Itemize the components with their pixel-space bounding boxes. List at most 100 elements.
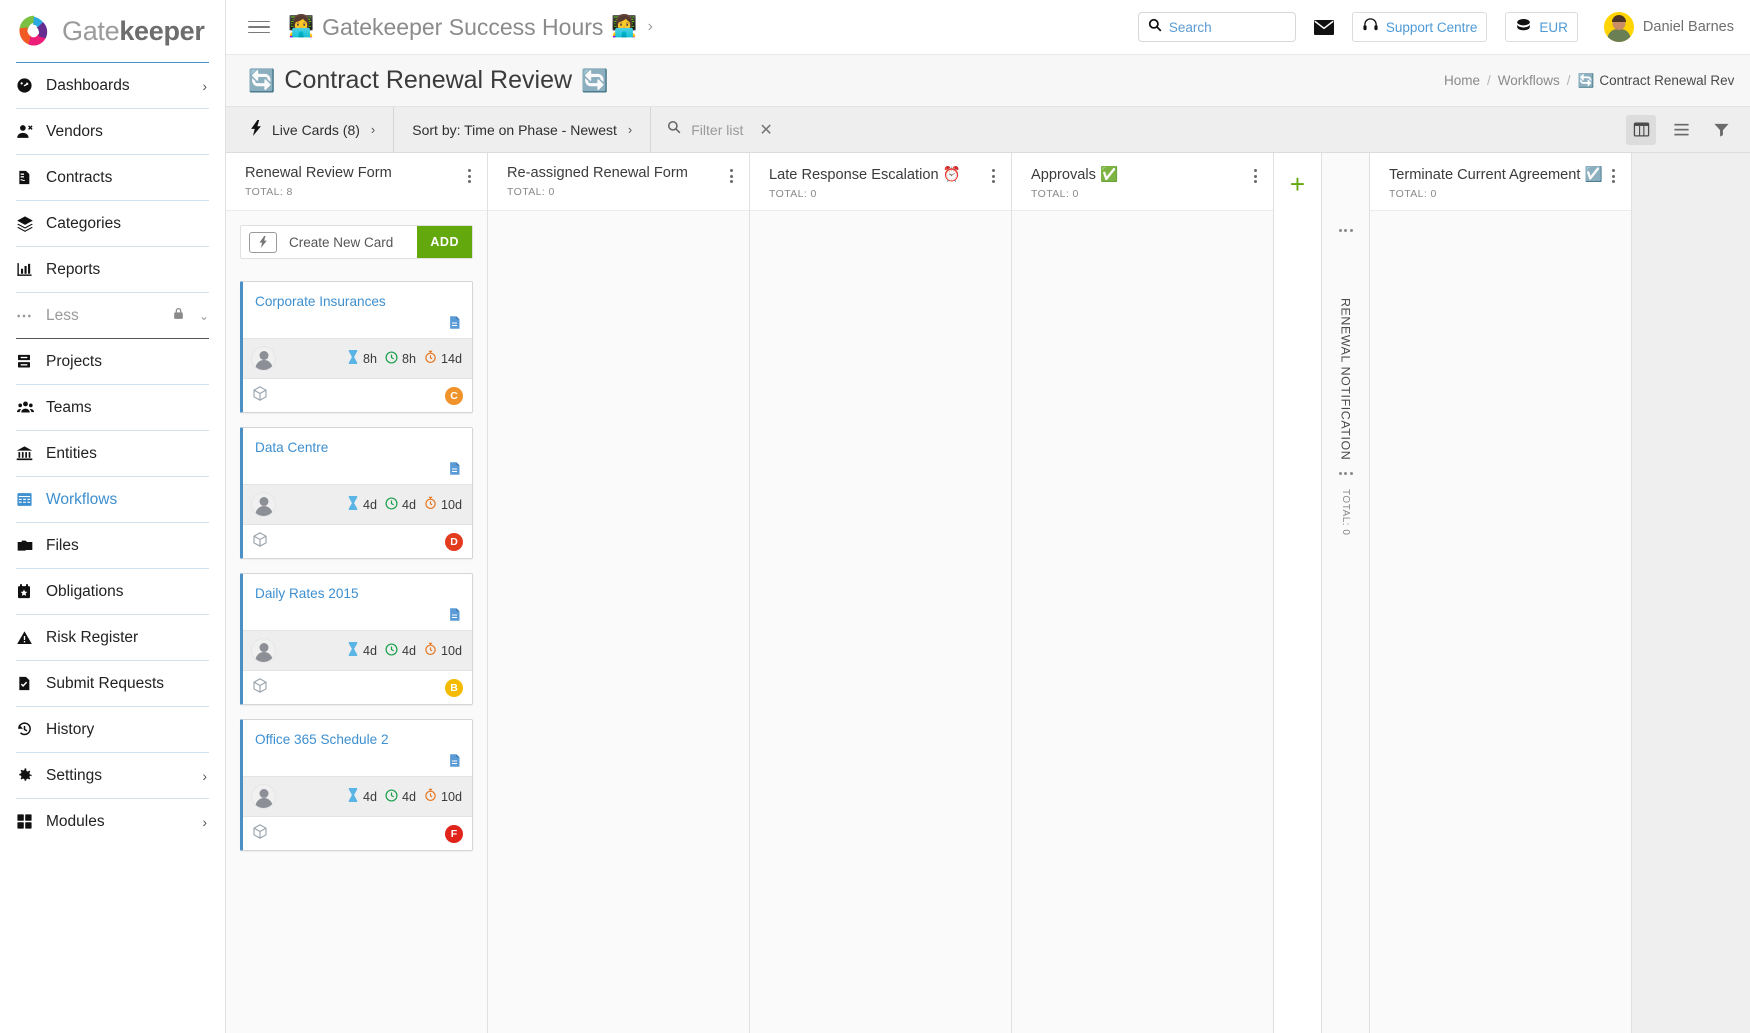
sidebar-item-teams[interactable]: Teams (16, 384, 209, 430)
workflow-card[interactable]: Office 365 Schedule 2 4d (240, 719, 473, 851)
sidebar-item-files[interactable]: Files (16, 522, 209, 568)
search-input[interactable]: Search (1138, 12, 1296, 42)
user-name: Daniel Barnes (1643, 19, 1734, 35)
document-icon (447, 752, 462, 774)
sidebar-item-modules[interactable]: Modules › (16, 798, 209, 844)
column-menu-icon[interactable] (1247, 165, 1263, 183)
column-menu-icon[interactable] (723, 165, 739, 183)
metric-value: 10d (441, 644, 462, 658)
phase-time-metric: 8h (347, 350, 377, 367)
chevron-right-icon: › (202, 768, 209, 784)
sidebar-item-less[interactable]: Less ⌄ (16, 292, 209, 338)
sidebar-label: Less (46, 307, 172, 325)
column-menu-icon[interactable] (985, 165, 1001, 183)
sidebar-item-contracts[interactable]: Contracts (16, 154, 209, 200)
board-view-button[interactable] (1626, 115, 1656, 145)
gatekeeper-logo-icon (16, 13, 52, 49)
vendors-icon (16, 123, 46, 140)
clock-icon (385, 497, 398, 513)
card-avatar (251, 492, 276, 517)
live-cards-selector[interactable]: Live Cards (8) › (242, 107, 394, 153)
reports-icon (16, 261, 46, 278)
add-column-button[interactable]: + (1274, 153, 1322, 1033)
list-view-button[interactable] (1666, 115, 1696, 145)
column-total: TOTAL: 0 (769, 188, 985, 200)
sidebar-item-projects[interactable]: Projects (16, 338, 209, 384)
create-new-card[interactable]: Create New Card ADD (240, 225, 473, 259)
sidebar-item-submit-requests[interactable]: Submit Requests (16, 660, 209, 706)
sidebar-label: Entities (46, 445, 209, 463)
lightning-icon (250, 120, 263, 139)
column-header: Renewal Review Form TOTAL: 8 (226, 153, 487, 211)
currency-selector[interactable]: EUR (1505, 12, 1578, 42)
sidebar-item-vendors[interactable]: Vendors (16, 108, 209, 154)
sidebar-item-settings[interactable]: Settings › (16, 752, 209, 798)
card-metrics: 4d 4d 10d (347, 788, 462, 805)
card-title[interactable]: Corporate Insurances (255, 294, 460, 309)
column-menu-icon-bottom[interactable] (1339, 472, 1353, 475)
user-menu[interactable]: Daniel Barnes (1604, 12, 1734, 42)
live-cards-label: Live Cards (8) (272, 122, 360, 138)
sidebar-item-history[interactable]: History (16, 706, 209, 752)
sidebar-item-workflows[interactable]: Workflows (16, 476, 209, 522)
brand[interactable]: Gatekeeper (0, 0, 225, 62)
stopwatch-icon (424, 350, 437, 367)
sidebar-label: Settings (46, 767, 202, 785)
due-metric: 10d (424, 788, 462, 805)
card-title[interactable]: Office 365 Schedule 2 (255, 732, 460, 747)
sidebar-label: Projects (46, 353, 209, 371)
search-icon (1148, 18, 1162, 37)
board-column: Re-assigned Renewal Form TOTAL: 0 (488, 153, 750, 1033)
collapsed-column[interactable]: RENEWAL NOTIFICATION TOTAL: 0 (1322, 153, 1370, 1033)
total-time-metric: 8h (385, 351, 416, 367)
sidebar-item-risk-register[interactable]: Risk Register (16, 614, 209, 660)
workflow-card[interactable]: Corporate Insurances (240, 281, 473, 413)
add-card-button[interactable]: ADD (417, 226, 472, 258)
filter-list-input[interactable]: Filter list ✕ (651, 107, 1616, 153)
workflow-card[interactable]: Data Centre 4d (240, 427, 473, 559)
workflow-card[interactable]: Daily Rates 2015 4d (240, 573, 473, 705)
sidebar-item-dashboards[interactable]: Dashboards › (16, 62, 209, 108)
stopwatch-icon (424, 496, 437, 513)
page-header: 🔄 Contract Renewal Review 🔄 Home / Workf… (226, 55, 1750, 107)
menu-toggle-icon[interactable] (248, 21, 270, 34)
filter-button[interactable] (1706, 115, 1736, 145)
stopwatch-icon (424, 788, 437, 805)
sidebar-label: History (46, 721, 209, 739)
breadcrumb: Home / Workflows / 🔄 Contract Renewal Re… (1444, 73, 1734, 89)
document-icon (447, 314, 462, 336)
card-title[interactable]: Data Centre (255, 440, 460, 455)
breadcrumb-home[interactable]: Home (1444, 73, 1480, 88)
mail-icon[interactable] (1314, 20, 1334, 35)
package-icon (252, 677, 268, 699)
sidebar-item-reports[interactable]: Reports (16, 246, 209, 292)
risk-icon (16, 630, 46, 646)
card-title[interactable]: Daily Rates 2015 (255, 586, 460, 601)
column-total: TOTAL: 8 (245, 186, 461, 198)
board-column: Approvals ✅ TOTAL: 0 (1012, 153, 1274, 1033)
sidebar-item-obligations[interactable]: Obligations (16, 568, 209, 614)
sidebar-label: Reports (46, 261, 209, 279)
clear-filter-icon[interactable]: ✕ (759, 120, 772, 140)
workspace-title[interactable]: 👩‍💻 Gatekeeper Success Hours 👩‍💻 › (288, 14, 653, 41)
column-menu-icon[interactable] (1339, 229, 1353, 232)
column-body (1012, 211, 1273, 1033)
sidebar-label: Workflows (46, 491, 209, 509)
sort-selector[interactable]: Sort by: Time on Phase - Newest › (394, 107, 651, 153)
column-header: Late Response Escalation ⏰ TOTAL: 0 (750, 153, 1011, 211)
collapsed-column-total: TOTAL: 0 (1340, 489, 1351, 535)
page-title: 🔄 Contract Renewal Review 🔄 (248, 66, 608, 95)
workspace-title-text: Gatekeeper Success Hours (322, 14, 603, 41)
metric-value: 4d (402, 790, 416, 804)
repeat-emoji-right: 🔄 (581, 68, 608, 94)
column-name: Terminate Current Agreement ☑️ (1389, 165, 1605, 183)
sidebar-item-categories[interactable]: Categories (16, 200, 209, 246)
column-menu-icon[interactable] (461, 165, 477, 183)
sidebar-item-entities[interactable]: Entities (16, 430, 209, 476)
board-column: Renewal Review Form TOTAL: 8 Create New … (226, 153, 488, 1033)
support-centre-button[interactable]: Support Centre (1352, 12, 1488, 42)
column-menu-icon[interactable] (1605, 165, 1621, 183)
breadcrumb-workflows[interactable]: Workflows (1498, 73, 1560, 88)
brand-name: Gatekeeper (62, 16, 205, 47)
breadcrumb-separator: / (1487, 73, 1491, 88)
